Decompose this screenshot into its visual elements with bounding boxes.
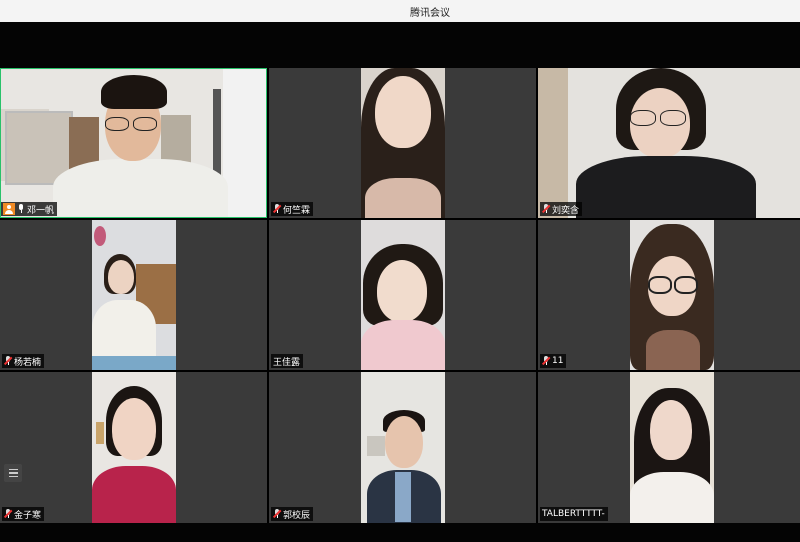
mic-muted-icon — [272, 509, 282, 519]
video-feed — [361, 68, 445, 218]
host-icon — [3, 203, 15, 215]
name-tag: 郭校辰 — [271, 507, 314, 521]
video-tile-4[interactable]: 杨若楠 — [0, 220, 267, 370]
name-tag: 11 — [540, 354, 567, 368]
mic-icon — [17, 204, 25, 214]
video-feed — [630, 220, 714, 370]
name-tag: TALBERTTTTT- — [540, 507, 608, 521]
name-tag: 杨若楠 — [2, 354, 45, 368]
title-bar: 腾讯会议 — [0, 0, 800, 22]
mic-muted-icon — [3, 356, 13, 366]
video-grid: 邓一帆 何竺霖 刘奕含 杨若楠 王佳露 11 金子寒 郭校辰 TALBERTTT… — [0, 68, 800, 523]
mic-muted-icon — [541, 204, 551, 214]
name-tag: 邓一帆 — [1, 202, 58, 216]
participant-name: TALBERTTTTT- — [542, 509, 605, 519]
video-tile-3[interactable]: 刘奕含 — [538, 68, 800, 218]
video-feed — [92, 220, 176, 370]
list-icon[interactable] — [4, 464, 22, 482]
video-tile-8[interactable]: 郭校辰 — [269, 372, 536, 523]
video-tile-2[interactable]: 何竺霖 — [269, 68, 536, 218]
name-tag: 金子寒 — [2, 507, 45, 521]
participant-name: 11 — [552, 356, 564, 366]
video-feed — [630, 372, 714, 523]
participant-name: 何竺霖 — [283, 205, 311, 216]
participant-name: 杨若楠 — [14, 357, 42, 368]
video-tile-7[interactable]: 金子寒 — [0, 372, 267, 523]
bottom-toolbar-area — [0, 523, 800, 542]
window-title: 腾讯会议 — [410, 7, 450, 19]
video-feed — [1, 69, 266, 217]
name-tag: 刘奕含 — [540, 202, 583, 216]
participant-name: 金子寒 — [14, 510, 42, 521]
video-feed — [538, 68, 800, 218]
video-feed — [92, 372, 176, 523]
video-feed — [361, 220, 445, 370]
participant-name: 郭校辰 — [283, 510, 311, 521]
name-tag: 王佳露 — [271, 354, 304, 368]
top-toolbar-area — [0, 22, 800, 68]
participant-name: 邓一帆 — [27, 205, 55, 216]
participant-name: 王佳露 — [273, 357, 301, 368]
video-tile-1[interactable]: 邓一帆 — [0, 68, 267, 218]
participant-name: 刘奕含 — [552, 205, 580, 216]
name-tag: 何竺霖 — [271, 202, 314, 216]
video-feed — [361, 372, 445, 523]
mic-muted-icon — [3, 509, 13, 519]
video-tile-6[interactable]: 11 — [538, 220, 800, 370]
mic-muted-icon — [541, 356, 551, 366]
video-tile-9[interactable]: TALBERTTTTT- — [538, 372, 800, 523]
video-tile-5[interactable]: 王佳露 — [269, 220, 536, 370]
mic-muted-icon — [272, 204, 282, 214]
